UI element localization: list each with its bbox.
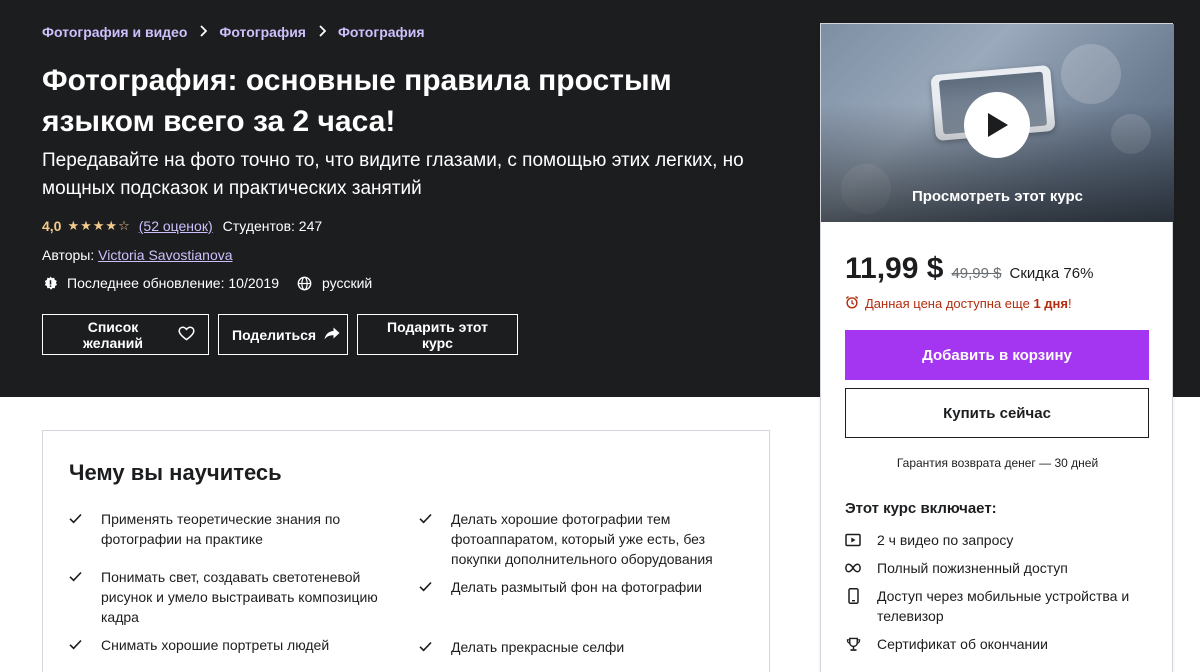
course-subtitle: Передавайте на фото точно то, что видите…	[42, 150, 744, 199]
course-language: русский	[321, 275, 373, 291]
include-text: Доступ через мобильные устройства и теле…	[877, 588, 1130, 624]
course-preview[interactable]: Просмотреть этот курс	[821, 24, 1174, 222]
checkmark-icon	[69, 635, 83, 655]
list-item: Делать хорошие фотографии тем фотоаппара…	[419, 509, 749, 569]
learn-column-left: Применять теоретические знания по фотогр…	[69, 509, 399, 663]
breadcrumb-item-photo-video[interactable]: Фотография и видео	[42, 24, 187, 40]
learn-column-right: Делать хорошие фотографии тем фотоаппара…	[419, 509, 749, 665]
discount-label: Скидка 76%	[1009, 265, 1094, 282]
include-text: Сертификат об окончании	[877, 636, 1048, 652]
original-price: 49,99 $	[951, 265, 1002, 282]
chevron-right-icon	[199, 24, 208, 40]
share-label: Поделиться	[232, 326, 317, 343]
includes-title: Этот курс включает:	[845, 500, 997, 517]
list-item: Полный пожизненный доступ	[845, 558, 1155, 578]
reviews-link[interactable]: (52 оценок)	[139, 218, 213, 234]
video-icon	[845, 530, 861, 550]
authors-label: Авторы:	[42, 247, 95, 263]
hero-actions: Список желаний Поделиться Подарить этот …	[42, 314, 518, 355]
list-item: Сертификат об окончании	[845, 634, 1155, 654]
add-to-cart-button[interactable]: Добавить в корзину	[845, 330, 1149, 380]
last-updated: Последнее обновление: 10/2019	[67, 275, 279, 291]
mobile-icon	[845, 586, 861, 606]
globe-icon	[297, 275, 313, 291]
purchase-card: Просмотреть этот курс 11,99 $ 49,99 $ Ск…	[820, 23, 1174, 672]
checkmark-icon	[419, 637, 433, 657]
authors-row: Авторы: Victoria Savostianova	[42, 247, 233, 263]
breadcrumb-item-photography-topic[interactable]: Фотография	[338, 24, 425, 40]
meta-row: Последнее обновление: 10/2019 русский	[42, 275, 372, 291]
course-title: Фотография: основные правила простым язы…	[42, 64, 672, 138]
list-item: Делать размытый фон на фотографии	[419, 577, 749, 597]
list-item: 2 ч видео по запросу	[845, 530, 1155, 550]
timer-days: 1 дня	[1033, 296, 1068, 311]
learn-item-text: Делать хорошие фотографии тем фотоаппара…	[451, 511, 713, 567]
learn-item-text: Снимать хорошие портреты людей	[101, 637, 330, 653]
author-link[interactable]: Victoria Savostianova	[98, 247, 232, 263]
language-block: русский	[297, 275, 372, 291]
learn-item-text: Делать прекрасные селфи	[451, 639, 625, 655]
students-count: Студентов: 247	[222, 218, 323, 234]
rating-value: 4,0	[42, 218, 62, 234]
price-row: 11,99 $ 49,99 $ Скидка 76%	[845, 252, 1093, 286]
heart-icon	[178, 325, 195, 344]
update-badge-icon	[42, 275, 58, 291]
share-button[interactable]: Поделиться	[218, 314, 348, 355]
list-item: Доступ через мобильные устройства и теле…	[845, 586, 1155, 626]
trophy-icon	[845, 634, 861, 654]
money-back-guarantee: Гарантия возврата денег — 30 дней	[896, 456, 1099, 470]
buy-now-button[interactable]: Купить сейчас	[845, 388, 1149, 438]
list-item: Делать прекрасные селфи	[419, 637, 749, 657]
rating-row: 4,0 ★★★★☆ (52 оценок) Студентов: 247	[42, 218, 322, 234]
preview-label: Просмотреть этот курс	[911, 188, 1084, 205]
wishlist-button[interactable]: Список желаний	[42, 314, 209, 355]
learn-item-text: Применять теоретические знания по фотогр…	[101, 511, 341, 547]
timer-text: Данная цена доступна еще 1 дня!	[865, 296, 1072, 311]
breadcrumb: Фотография и видео Фотография Фотография	[42, 24, 425, 40]
gift-course-button[interactable]: Подарить этот курс	[357, 314, 518, 355]
breadcrumb-item-photography[interactable]: Фотография	[219, 24, 306, 40]
list-item: Применять теоретические знания по фотогр…	[69, 509, 399, 549]
timer-suffix: !	[1067, 296, 1072, 311]
timer-prefix: Данная цена доступна еще	[865, 296, 1030, 311]
list-item: Понимать свет, создавать светотеневой ри…	[69, 567, 399, 627]
learn-item-text: Делать размытый фон на фотографии	[451, 579, 702, 595]
learn-item-text: Понимать свет, создавать светотеневой ри…	[101, 569, 378, 625]
infinity-icon	[845, 558, 861, 578]
checkmark-icon	[69, 567, 83, 627]
play-icon	[988, 113, 1008, 137]
include-text: 2 ч видео по запросу	[877, 532, 1014, 548]
chevron-right-icon	[318, 24, 327, 40]
what-you-learn-box: Чему вы научитесь Применять теоретически…	[42, 430, 770, 672]
include-text: Полный пожизненный доступ	[877, 560, 1068, 576]
star-rating-icon: ★★★★☆	[67, 218, 131, 233]
learn-title: Чему вы научитесь	[69, 460, 282, 485]
current-price: 11,99 $	[845, 252, 944, 285]
share-arrow-icon	[324, 327, 340, 343]
checkmark-icon	[69, 509, 83, 549]
price-timer: Данная цена доступна еще 1 дня!	[845, 295, 1072, 312]
wishlist-label: Список желаний	[83, 318, 143, 351]
list-item: Снимать хорошие портреты людей	[69, 635, 399, 655]
checkmark-icon	[419, 577, 433, 597]
alarm-clock-icon	[845, 295, 859, 312]
includes-list: 2 ч видео по запросу Полный пожизненный …	[845, 530, 1155, 662]
play-button[interactable]	[964, 92, 1030, 158]
checkmark-icon	[419, 509, 433, 569]
